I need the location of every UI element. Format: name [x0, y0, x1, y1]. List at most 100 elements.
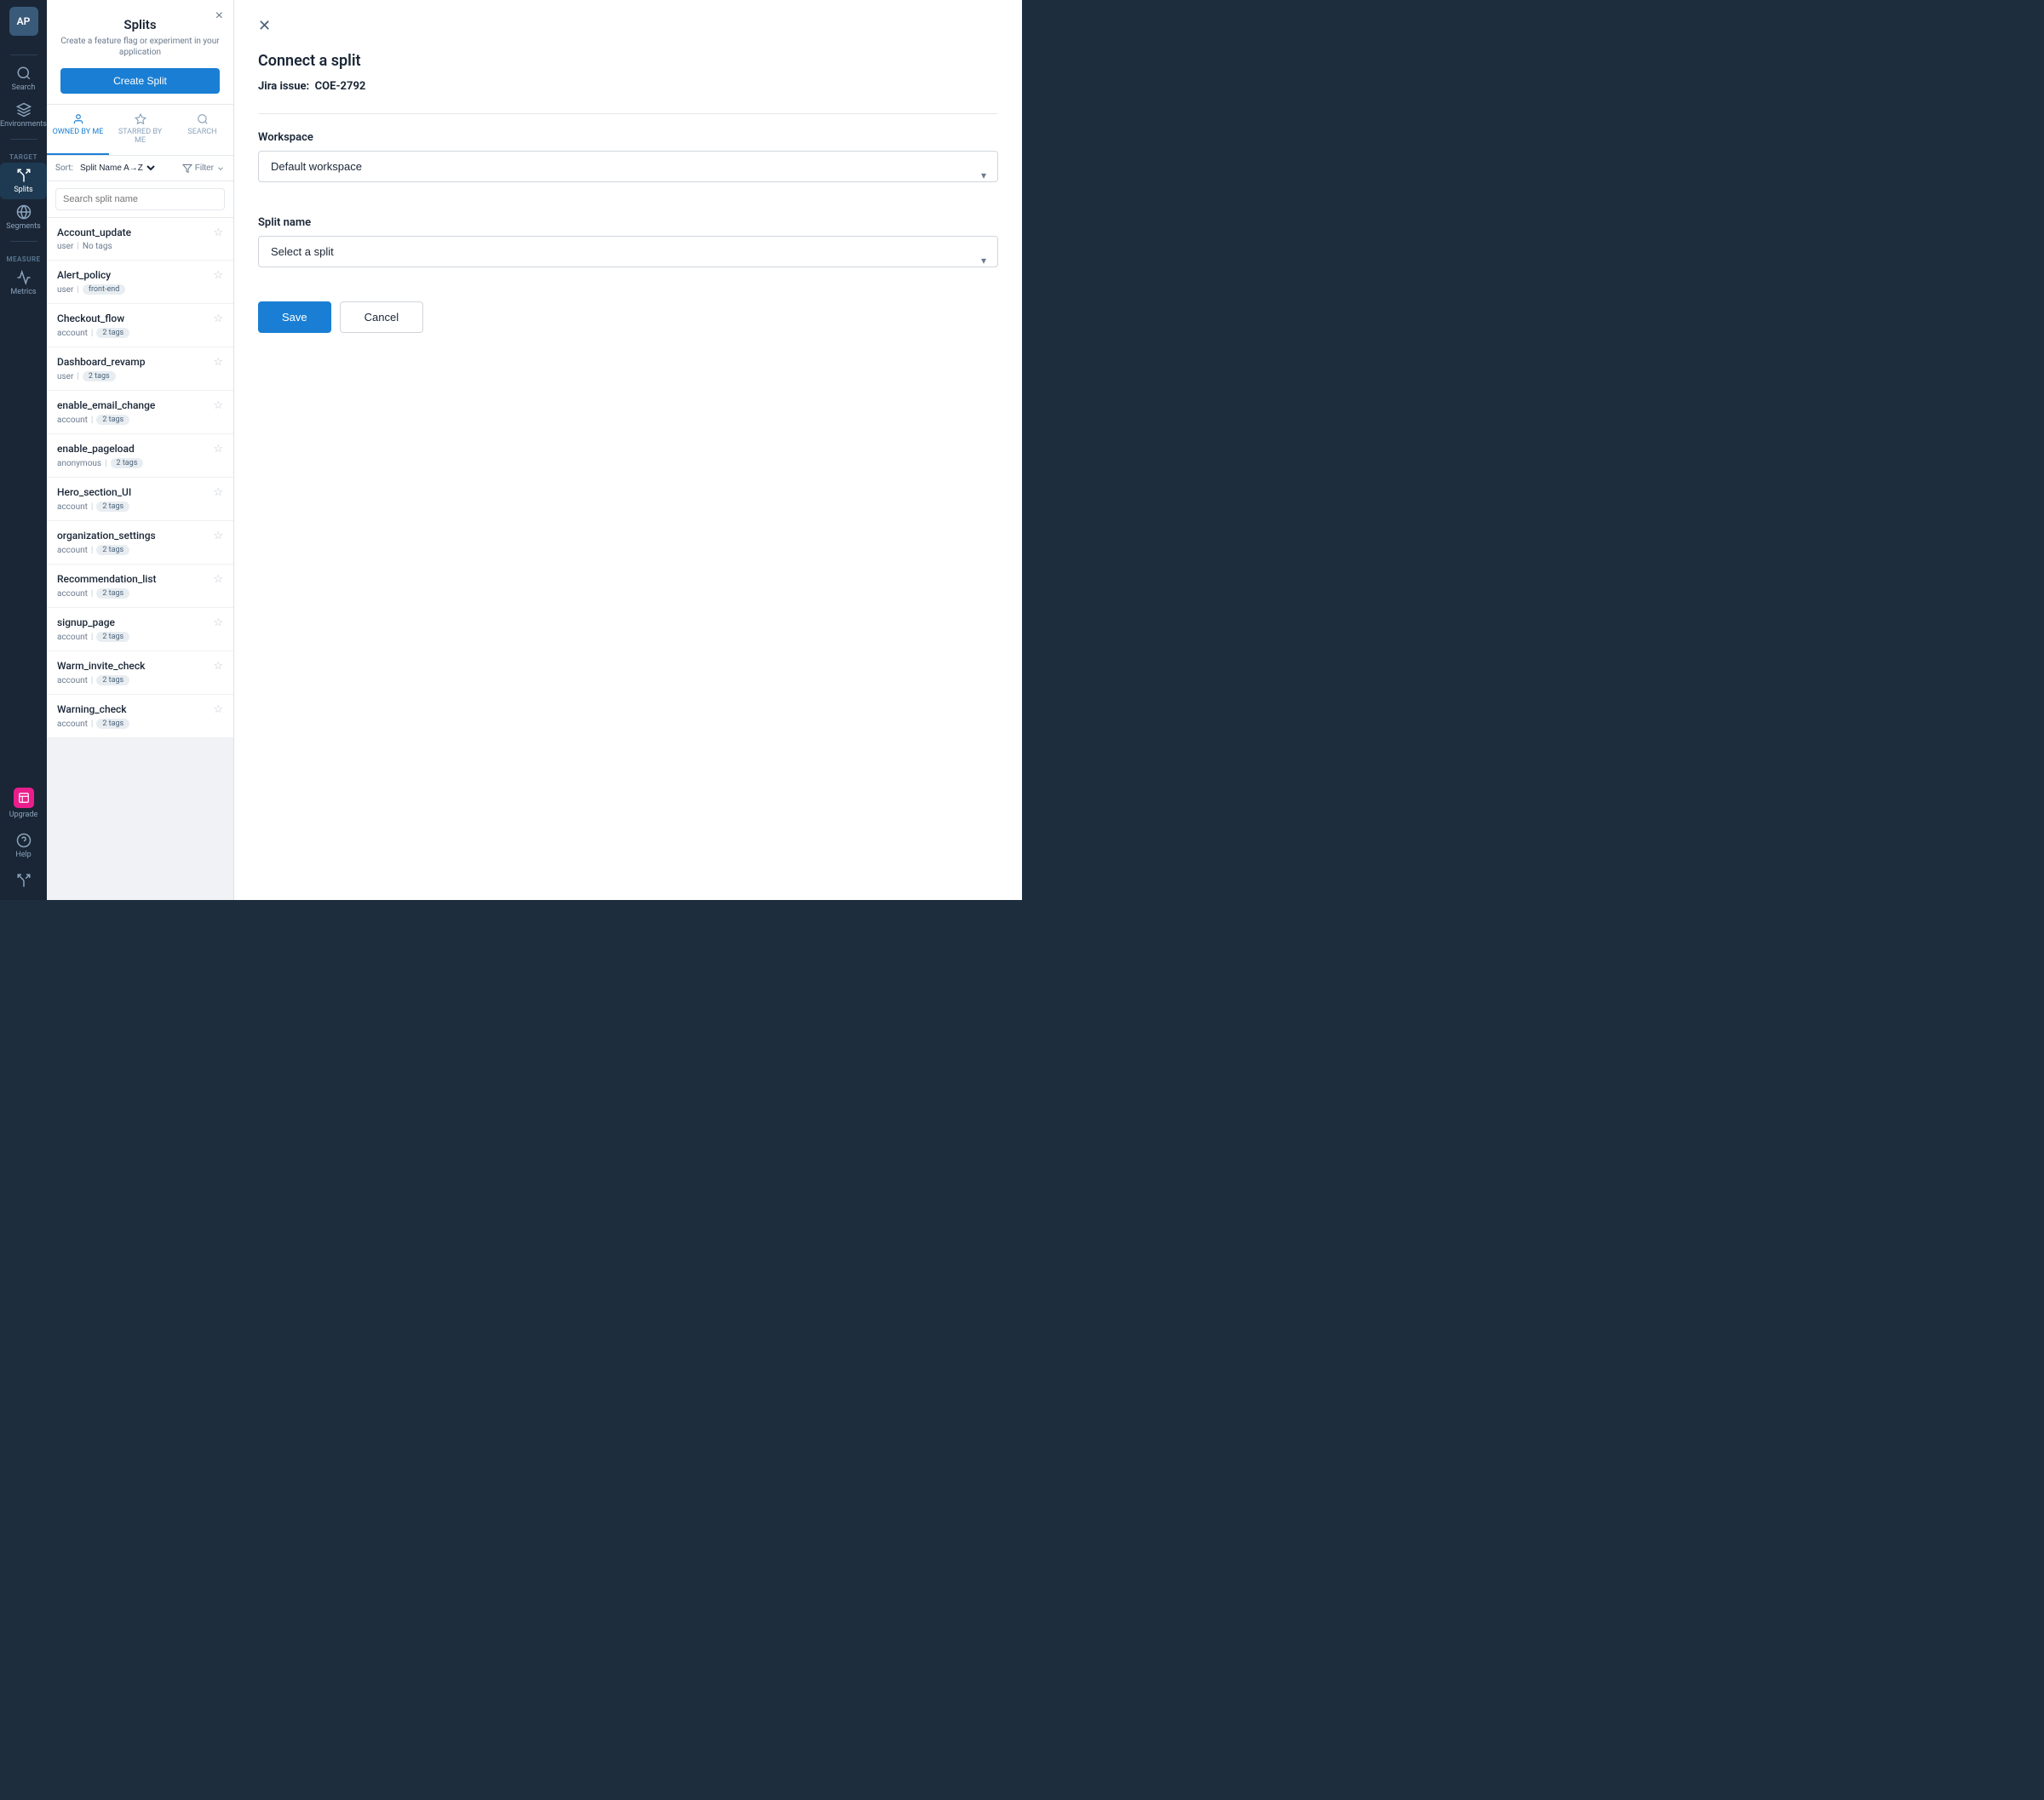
star-button[interactable]: ☆ [213, 269, 223, 280]
sidebar-item-search[interactable]: Search [0, 60, 47, 97]
split-name-select[interactable]: Select a split [258, 236, 998, 267]
splits-panel-title: Splits [60, 17, 220, 32]
sidebar-item-help[interactable]: Help [0, 828, 47, 864]
sidebar: AP Search Environments TARGET Splits Seg… [0, 0, 47, 900]
star-button[interactable]: ☆ [213, 616, 223, 628]
save-button[interactable]: Save [258, 301, 331, 333]
search-split-input[interactable] [55, 188, 225, 210]
workspace-select[interactable]: Default workspace [258, 151, 998, 182]
modal-divider [258, 113, 998, 114]
workspace-select-wrapper: Default workspace ▾ [258, 151, 998, 199]
search-box [47, 181, 233, 218]
split-item[interactable]: enable_email_change account | 2 tags ☆ [47, 391, 233, 434]
workspace-label: Workspace [258, 131, 998, 144]
split-item[interactable]: Hero_section_UI account | 2 tags ☆ [47, 478, 233, 521]
split-item[interactable]: Account_update user | No tags ☆ [47, 218, 233, 261]
sidebar-item-label: Segments [6, 222, 40, 231]
sidebar-divider-top [10, 54, 37, 55]
sort-filter-row: Sort: Split Name A→Z Filter [47, 156, 233, 181]
star-button[interactable]: ☆ [213, 573, 223, 584]
create-split-button[interactable]: Create Split [60, 68, 220, 94]
split-item[interactable]: enable_pageload anonymous | 2 tags ☆ [47, 434, 233, 478]
sidebar-item-environments[interactable]: Environments [0, 97, 47, 134]
split-item[interactable]: Warning_check account | 2 tags ☆ [47, 695, 233, 738]
help-icon [16, 833, 32, 848]
split-item[interactable]: Dashboard_revamp user | 2 tags ☆ [47, 347, 233, 391]
sidebar-divider-1 [10, 139, 37, 140]
splits-panel: × Splits Create a feature flag or experi… [47, 0, 234, 900]
cancel-button[interactable]: Cancel [340, 301, 423, 333]
splits-panel-close-button[interactable]: × [215, 9, 223, 24]
split-logo-icon [16, 873, 32, 888]
avatar[interactable]: AP [9, 7, 38, 36]
connect-split-modal: ✕ Connect a split Jira issue: COE-2792 W… [234, 0, 1022, 900]
split-item[interactable]: signup_page account | 2 tags ☆ [47, 608, 233, 651]
split-item[interactable]: Warm_invite_check account | 2 tags ☆ [47, 651, 233, 695]
sidebar-item-label: Help [15, 851, 31, 859]
tab-starred-by-me[interactable]: STARRED BY ME [109, 105, 171, 155]
measure-section-label: MEASURE [6, 255, 40, 263]
star-button[interactable]: ☆ [213, 486, 223, 497]
modal-body: Connect a split Jira issue: COE-2792 Wor… [234, 35, 1022, 900]
upgrade-label: Upgrade [9, 811, 38, 819]
filter-label: Filter [195, 163, 214, 173]
search-tab-icon [197, 113, 209, 125]
modal-close-button[interactable]: ✕ [258, 17, 271, 35]
sort-select[interactable]: Split Name A→Z [77, 163, 158, 174]
filter-icon [182, 163, 192, 174]
sidebar-item-splits[interactable]: Splits [0, 163, 47, 199]
person-icon [72, 113, 84, 125]
split-item[interactable]: organization_settings account | 2 tags ☆ [47, 521, 233, 565]
modal-title: Connect a split [258, 52, 998, 70]
star-button[interactable]: ☆ [213, 226, 223, 238]
layers-icon [16, 102, 32, 118]
splits-icon [16, 168, 32, 183]
split-name-select-wrapper: Select a split ▾ [258, 236, 998, 284]
splits-panel-subtitle: Create a feature flag or experiment in y… [60, 36, 220, 58]
sidebar-item-segments[interactable]: Segments [0, 199, 47, 236]
star-button[interactable]: ☆ [213, 312, 223, 324]
target-section-label: TARGET [9, 153, 37, 161]
splits-list: Account_update user | No tags ☆ Alert_po… [47, 218, 233, 900]
split-item[interactable]: Alert_policy user | front-end ☆ [47, 261, 233, 304]
sidebar-item-label: Splits [14, 186, 32, 194]
tab-owned-label: OWNED BY ME [53, 128, 104, 136]
star-icon [135, 113, 146, 125]
segments-icon [16, 204, 32, 220]
sidebar-item-label: Search [12, 83, 36, 92]
split-item[interactable]: Checkout_flow account | 2 tags ☆ [47, 304, 233, 347]
splits-panel-header: × Splits Create a feature flag or experi… [47, 0, 233, 105]
main-area: ✕ Connect a split Jira issue: COE-2792 W… [234, 0, 1022, 900]
filter-chevron-icon [216, 164, 225, 173]
sidebar-item-split-logo[interactable] [0, 868, 47, 893]
star-button[interactable]: ☆ [213, 443, 223, 454]
star-button[interactable]: ☆ [213, 660, 223, 671]
tab-starred-label: STARRED BY ME [112, 128, 168, 145]
sidebar-item-metrics[interactable]: Metrics [0, 265, 47, 301]
star-button[interactable]: ☆ [213, 356, 223, 367]
sidebar-item-label: Environments [0, 120, 47, 129]
jira-issue-value: COE-2792 [315, 80, 366, 93]
splits-tabs: OWNED BY ME STARRED BY ME SEARCH [47, 105, 233, 156]
sidebar-divider-2 [10, 241, 37, 242]
star-button[interactable]: ☆ [213, 530, 223, 541]
upgrade-icon-box [14, 788, 34, 808]
jira-issue-label: Jira issue: [258, 80, 309, 93]
modal-header: ✕ [234, 0, 1022, 35]
sidebar-item-label: Metrics [10, 288, 36, 296]
jira-issue-row: Jira issue: COE-2792 [258, 80, 998, 93]
sort-label: Sort: [55, 163, 73, 173]
tab-search[interactable]: SEARCH [171, 105, 233, 155]
upgrade-icon [18, 792, 30, 804]
filter-button[interactable]: Filter [182, 163, 225, 174]
tab-search-label: SEARCH [187, 128, 216, 136]
split-name-label: Split name [258, 216, 998, 229]
star-button[interactable]: ☆ [213, 703, 223, 714]
tab-owned-by-me[interactable]: OWNED BY ME [47, 105, 109, 155]
sidebar-item-upgrade[interactable]: Upgrade [6, 782, 42, 824]
sidebar-bottom: Upgrade Help [0, 782, 47, 893]
search-icon [16, 66, 32, 81]
modal-actions: Save Cancel [258, 301, 998, 333]
star-button[interactable]: ☆ [213, 399, 223, 410]
split-item[interactable]: Recommendation_list account | 2 tags ☆ [47, 565, 233, 608]
